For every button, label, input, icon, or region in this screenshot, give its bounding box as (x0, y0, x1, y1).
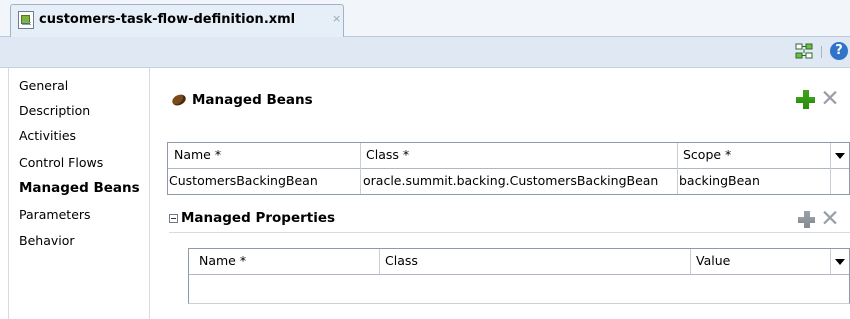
bean-class-cell[interactable]: oracle.summit.backing.CustomersBackingBe… (360, 169, 677, 193)
delete-bean-icon[interactable]: ✕ (820, 88, 840, 111)
column-divider (379, 249, 380, 274)
column-divider (830, 249, 831, 274)
document-tab[interactable]: customers-task-flow-definition.xml × (10, 4, 344, 37)
managed-properties-table: Name * Class Value (188, 248, 850, 304)
table-header: Name * Class Value (189, 249, 849, 275)
sidebar-item-parameters[interactable]: Parameters (9, 202, 149, 227)
managed-properties-heading: Managed Properties (181, 210, 336, 226)
column-header-class[interactable]: Class (379, 249, 690, 273)
sidebar-item-behavior[interactable]: Behavior (9, 228, 149, 253)
column-menu-dropdown-icon[interactable] (835, 259, 845, 265)
section-divider (169, 232, 850, 233)
add-property-icon[interactable] (798, 211, 815, 228)
managed-beans-table: Name * Class * Scope * CustomersBackingB… (167, 142, 850, 195)
sidebar-item-control-flows[interactable]: Control Flows (9, 150, 149, 175)
editor-toolbar: ? (0, 37, 850, 68)
document-tab-title: customers-task-flow-definition.xml (39, 12, 296, 27)
bean-scope-cell[interactable]: backingBean (677, 169, 829, 193)
column-header-class[interactable]: Class * (360, 143, 677, 167)
bean-name-cell[interactable]: CustomersBackingBean (168, 169, 360, 193)
table-header: Name * Class * Scope * (168, 143, 849, 169)
column-header-name[interactable]: Name * (189, 249, 379, 273)
overview-layout-icon[interactable] (795, 43, 813, 60)
delete-property-icon[interactable]: ✕ (820, 208, 840, 231)
help-icon[interactable]: ? (830, 42, 848, 60)
column-header-value[interactable]: Value (690, 249, 830, 273)
column-menu-dropdown-icon[interactable] (835, 153, 845, 159)
column-header-scope[interactable]: Scope * (677, 143, 829, 167)
sidebar-item-general[interactable]: General (9, 73, 149, 98)
xml-file-icon (18, 11, 34, 29)
editor-tab-strip: customers-task-flow-definition.xml × (0, 0, 850, 37)
column-header-name[interactable]: Name * (168, 143, 360, 167)
sidebar-nav: General Description Activities Control F… (9, 68, 150, 319)
bean-icon (170, 92, 188, 108)
table-row[interactable]: CustomersBackingBean oracle.summit.backi… (168, 168, 849, 193)
empty-table-body[interactable] (189, 274, 849, 303)
sidebar-item-description[interactable]: Description (9, 98, 149, 123)
add-bean-icon[interactable] (796, 90, 815, 109)
managed-beans-heading: Managed Beans (192, 92, 313, 108)
collapse-properties-toggle[interactable] (169, 214, 178, 223)
managed-beans-page: Managed Beans ✕ Name * Class * Scope * C… (150, 68, 850, 319)
column-divider (690, 249, 691, 274)
close-tab-icon[interactable]: × (332, 12, 341, 25)
toolbar-separator (821, 46, 822, 58)
sidebar-item-activities[interactable]: Activities (9, 123, 149, 148)
sidebar-item-managed-beans[interactable]: Managed Beans (9, 176, 149, 201)
